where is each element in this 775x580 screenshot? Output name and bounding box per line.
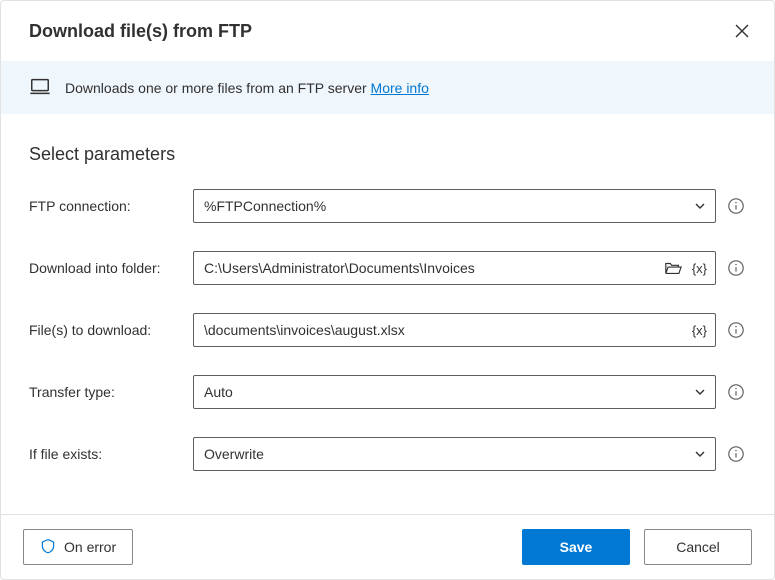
chevron-down-icon: [691, 445, 709, 463]
on-error-button[interactable]: On error: [23, 529, 133, 565]
if-file-exists-select[interactable]: Overwrite: [193, 437, 716, 471]
folder-open-icon: [664, 260, 682, 276]
row-if-file-exists: If file exists: Overwrite: [29, 437, 746, 471]
row-transfer-type: Transfer type: Auto: [29, 375, 746, 409]
dialog-header: Download file(s) from FTP: [1, 1, 774, 61]
info-banner: Downloads one or more files from an FTP …: [1, 61, 774, 114]
label-if-file-exists: If file exists:: [29, 446, 185, 462]
ftp-connection-value: %FTPConnection%: [204, 198, 683, 214]
transfer-type-select[interactable]: Auto: [193, 375, 716, 409]
browse-folder-button[interactable]: [662, 258, 684, 278]
banner-description: Downloads one or more files from an FTP …: [65, 80, 429, 96]
ftp-connection-select[interactable]: %FTPConnection%: [193, 189, 716, 223]
info-files-to-download[interactable]: [726, 320, 746, 340]
info-ftp-connection[interactable]: [726, 196, 746, 216]
transfer-type-value: Auto: [204, 384, 683, 400]
files-to-download-value: \documents\invoices\august.xlsx: [204, 322, 682, 338]
label-transfer-type: Transfer type:: [29, 384, 185, 400]
row-files-to-download: File(s) to download: \documents\invoices…: [29, 313, 746, 347]
label-files-to-download: File(s) to download:: [29, 322, 185, 338]
save-label: Save: [560, 539, 593, 555]
on-error-label: On error: [64, 539, 116, 555]
shield-icon: [40, 538, 56, 557]
save-button[interactable]: Save: [522, 529, 630, 565]
dialog-footer: On error Save Cancel: [1, 514, 774, 579]
row-ftp-connection: FTP connection: %FTPConnection%: [29, 189, 746, 223]
close-icon: [735, 24, 749, 38]
if-file-exists-value: Overwrite: [204, 446, 683, 462]
banner-text: Downloads one or more files from an FTP …: [65, 80, 371, 96]
cancel-button[interactable]: Cancel: [644, 529, 752, 565]
insert-variable-button[interactable]: {x}: [690, 321, 709, 340]
info-if-file-exists[interactable]: [726, 444, 746, 464]
info-download-folder[interactable]: [726, 258, 746, 278]
files-to-download-input[interactable]: \documents\invoices\august.xlsx {x}: [193, 313, 716, 347]
close-button[interactable]: [730, 19, 754, 43]
more-info-link[interactable]: More info: [371, 80, 429, 96]
label-download-folder: Download into folder:: [29, 260, 185, 276]
chevron-down-icon: [691, 197, 709, 215]
download-folder-value: C:\Users\Administrator\Documents\Invoice…: [204, 260, 654, 276]
info-transfer-type[interactable]: [726, 382, 746, 402]
monitor-icon: [29, 75, 51, 100]
dialog-title: Download file(s) from FTP: [29, 21, 252, 42]
parameters-section: Select parameters FTP connection: %FTPCo…: [1, 114, 774, 471]
cancel-label: Cancel: [676, 539, 720, 555]
label-ftp-connection: FTP connection:: [29, 198, 185, 214]
row-download-folder: Download into folder: C:\Users\Administr…: [29, 251, 746, 285]
download-folder-input[interactable]: C:\Users\Administrator\Documents\Invoice…: [193, 251, 716, 285]
insert-variable-button[interactable]: {x}: [690, 259, 709, 278]
chevron-down-icon: [691, 383, 709, 401]
section-heading: Select parameters: [29, 144, 746, 165]
